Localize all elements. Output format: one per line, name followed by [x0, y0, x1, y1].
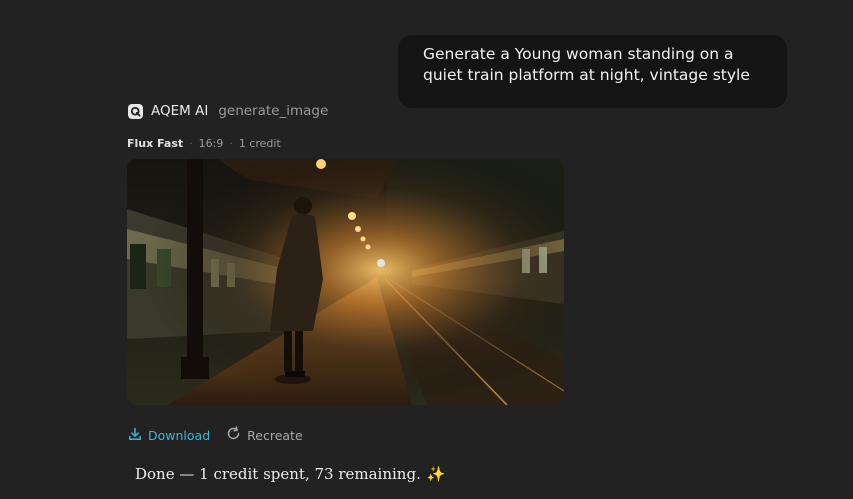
model-name: Flux Fast: [127, 137, 184, 150]
image-actions: Download Recreate: [128, 426, 303, 444]
user-message-line-1: Generate a Young woman standing on a: [423, 45, 734, 63]
sparkle-icon: ✨: [426, 465, 446, 483]
tool-name: generate_image: [218, 103, 329, 119]
aspect-ratio: 16:9: [198, 137, 224, 150]
download-icon: [128, 427, 142, 444]
generated-image[interactable]: [127, 159, 564, 405]
meta-separator: ·: [229, 137, 233, 150]
generation-meta: Flux Fast · 16:9 · 1 credit: [127, 137, 281, 150]
recreate-label: Recreate: [247, 427, 303, 443]
meta-separator: ·: [189, 137, 193, 150]
status-message: Done — 1 credit spent, 73 remaining. ✨: [135, 465, 446, 483]
download-label: Download: [148, 427, 211, 443]
recreate-button[interactable]: Recreate: [226, 426, 303, 444]
user-message-line-2: quiet train platform at night, vintage s…: [423, 66, 750, 84]
user-message-bubble: Generate a Young woman standing on a qui…: [398, 35, 787, 108]
aqem-logo-icon: [128, 103, 143, 119]
download-button[interactable]: Download: [128, 427, 210, 444]
assistant-header: AQEM AI generate_image: [128, 101, 328, 121]
credit-cost: 1 credit: [238, 137, 281, 150]
refresh-icon: [226, 426, 241, 444]
assistant-name: AQEM AI: [151, 103, 209, 119]
status-text: Done — 1 credit spent, 73 remaining.: [135, 465, 421, 483]
generated-image-art: [127, 159, 564, 405]
